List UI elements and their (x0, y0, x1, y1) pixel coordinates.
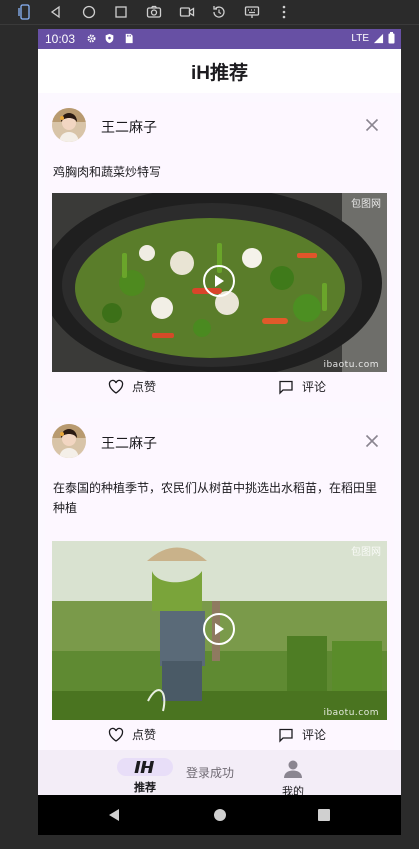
close-button[interactable] (361, 430, 383, 452)
nav-label-mine: 我的 (282, 785, 304, 795)
nav-label-recommend: 推荐 (134, 781, 156, 794)
close-icon (365, 118, 379, 132)
emulator-toolbar (0, 0, 419, 24)
app-content: iH推荐 王二麻子 鸡胸肉和蔬菜炒特写 包图网 ibaotu.com 点赞 评论… (38, 49, 401, 795)
back-icon[interactable] (45, 1, 67, 23)
feed-list[interactable]: 王二麻子 鸡胸肉和蔬菜炒特写 包图网 ibaotu.com 点赞 评论 王二麻子… (38, 93, 401, 750)
play-icon (215, 275, 224, 287)
watermark-bottom: ibaotu.com (323, 360, 379, 370)
comment-label: 评论 (302, 380, 327, 394)
nav-item-mine[interactable]: 我的 (265, 750, 321, 795)
close-button[interactable] (361, 114, 383, 136)
post-text: 在泰国的种植季节，农民们从树苗中挑选出水稻苗，在稻田里种植 (53, 481, 378, 515)
more-icon[interactable] (273, 1, 295, 23)
nav-icon-wrapper (265, 758, 321, 780)
watermark-bottom: ibaotu.com (323, 708, 379, 718)
close-icon (365, 434, 379, 448)
comment-button[interactable]: 评论 (278, 726, 326, 743)
system-recents-button[interactable] (316, 807, 332, 823)
camera-icon[interactable] (143, 1, 165, 23)
like-button[interactable]: 点赞 (108, 726, 156, 743)
keyboard-icon[interactable] (241, 1, 263, 23)
home-circle-icon (214, 809, 226, 821)
rotate-icon[interactable] (208, 1, 230, 23)
like-label: 点赞 (132, 380, 157, 394)
toolbar-divider (0, 24, 419, 25)
battery-icon (388, 32, 395, 44)
home-icon[interactable] (78, 1, 100, 23)
back-triangle-icon (109, 809, 119, 821)
status-time: 10:03 (45, 32, 76, 46)
like-button[interactable]: 点赞 (108, 378, 156, 395)
heart-icon (108, 727, 124, 742)
user-name: 王二麻子 (101, 436, 157, 452)
sd-card-icon (125, 33, 133, 44)
shield-icon (105, 33, 114, 44)
status-bar: 10:03 LTE (38, 29, 401, 49)
comment-button[interactable]: 评论 (278, 378, 326, 395)
top-app-bar: iH推荐 (38, 49, 401, 93)
status-right-cluster: LTE (351, 32, 395, 44)
comment-icon (279, 728, 293, 743)
post-video[interactable]: 包图网 ibaotu.com (52, 193, 387, 372)
post-video[interactable]: 包图网 ibaotu.com (52, 541, 387, 720)
watermark-top: 包图网 (351, 547, 381, 558)
system-back-button[interactable] (106, 807, 122, 823)
toast-message: 登录成功 (186, 766, 235, 780)
system-home-button[interactable] (212, 807, 228, 823)
bottom-navigation: 推荐 登录成功 我的 (38, 750, 401, 795)
signal-icon (373, 33, 384, 43)
user-name: 王二麻子 (101, 120, 157, 136)
recents-square-icon (318, 809, 330, 821)
avatar[interactable] (52, 108, 86, 142)
post-card: 王二麻子 在泰国的种植季节，农民们从树苗中挑选出水稻苗，在稻田里种植 包图网 i… (45, 418, 394, 750)
post-card: 王二麻子 鸡胸肉和蔬菜炒特写 包图网 ibaotu.com 点赞 评论 (45, 102, 394, 402)
person-icon (284, 760, 302, 778)
ih-logo-icon (134, 761, 154, 773)
post-text: 鸡胸肉和蔬菜炒特写 (53, 165, 162, 179)
video-icon[interactable] (176, 1, 198, 23)
overview-icon[interactable] (110, 1, 132, 23)
post-header: 王二麻子 (52, 108, 387, 148)
page-title: iH推荐 (190, 62, 248, 84)
post-actions: 点赞 评论 (45, 726, 394, 748)
nav-item-recommend[interactable]: 推荐 (117, 750, 173, 795)
settings-icon (87, 34, 96, 43)
play-icon (215, 623, 224, 635)
watermark-top: 包图网 (351, 199, 381, 210)
heart-icon (108, 379, 124, 394)
network-type: LTE (351, 32, 369, 44)
comment-label: 评论 (302, 728, 327, 742)
post-actions: 点赞 评论 (45, 378, 394, 400)
device-frame-icon[interactable] (14, 1, 36, 23)
nav-active-indicator (117, 758, 173, 776)
avatar[interactable] (52, 424, 86, 458)
like-label: 点赞 (132, 728, 157, 742)
post-header: 王二麻子 (52, 424, 387, 464)
play-button[interactable] (203, 265, 235, 297)
phone-screen: 10:03 LTE iH推荐 王二麻子 鸡胸肉和蔬菜炒特写 包图网 ibaotu… (38, 29, 401, 835)
play-button[interactable] (203, 613, 235, 645)
comment-icon (279, 380, 293, 395)
system-navigation-bar (38, 795, 401, 835)
